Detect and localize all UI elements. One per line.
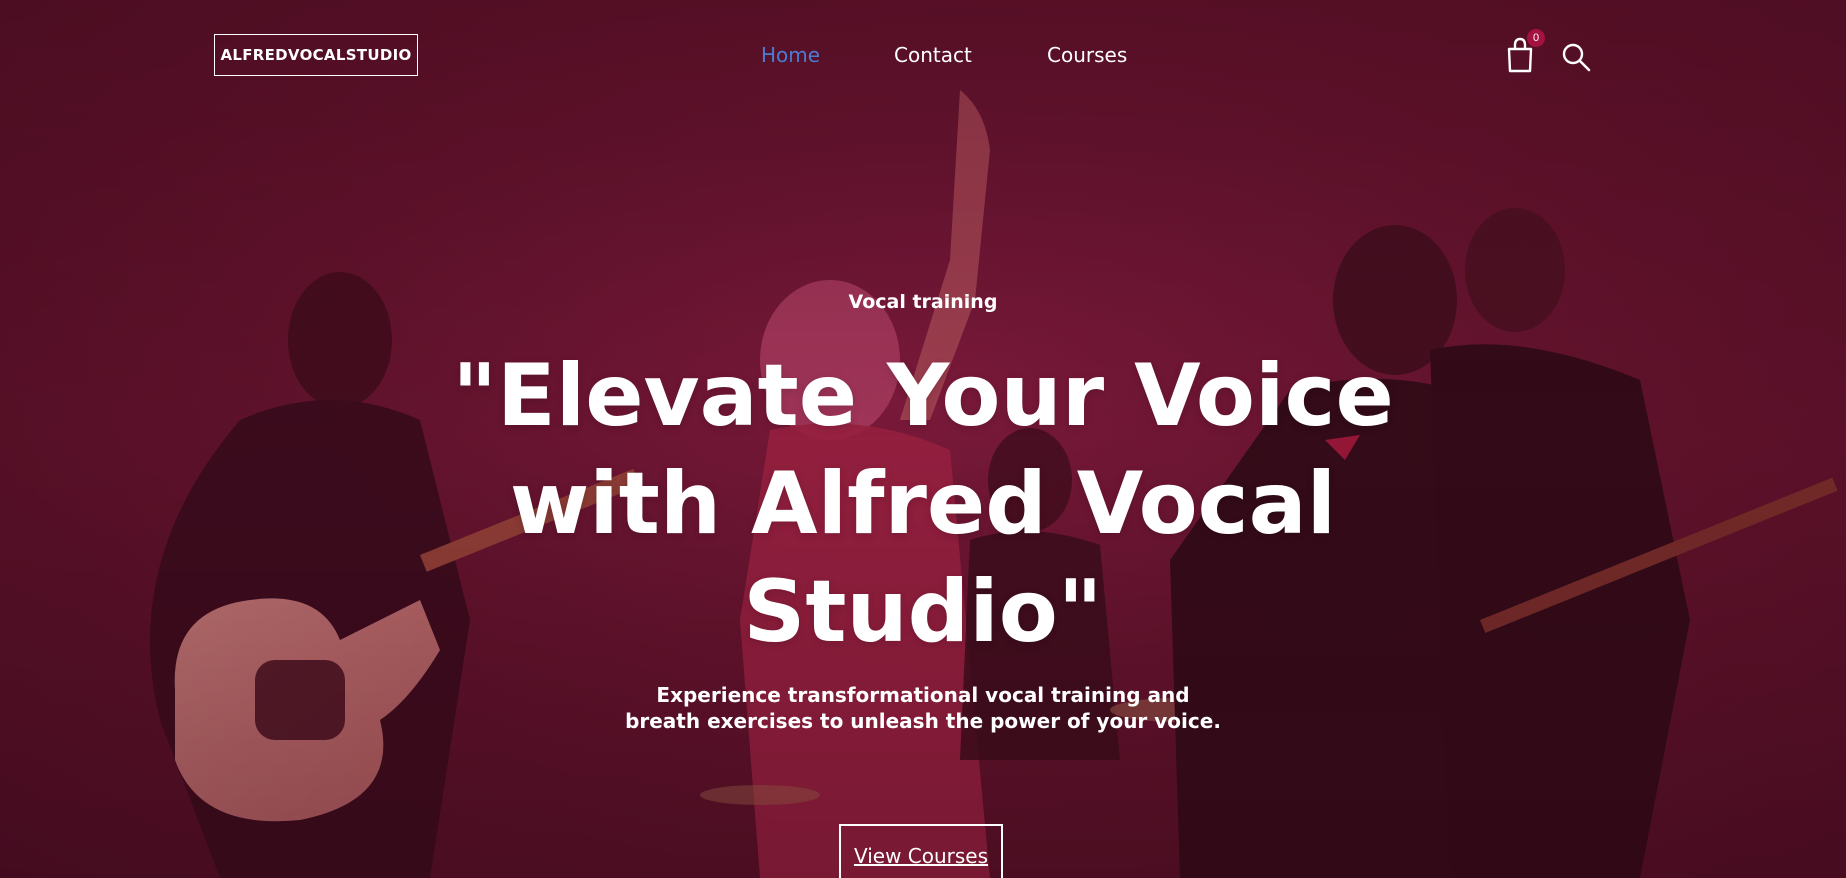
- nav-link-home[interactable]: Home: [761, 43, 820, 67]
- search-button[interactable]: [1561, 42, 1591, 72]
- nav-link-contact[interactable]: Contact: [894, 43, 972, 67]
- hero-subtext: Experience transformational vocal traini…: [625, 683, 1221, 733]
- cart-count-badge: 0: [1527, 29, 1545, 47]
- site-header: ALFREDVOCALSTUDIO Home Contact Courses 0: [0, 0, 1846, 112]
- hero-eyebrow: Vocal training: [848, 291, 998, 313]
- view-courses-button[interactable]: View Courses: [839, 824, 1003, 878]
- search-icon: [1562, 43, 1591, 72]
- nav-link-courses[interactable]: Courses: [1047, 43, 1127, 67]
- site-logo[interactable]: ALFREDVOCALSTUDIO: [214, 34, 418, 76]
- hero-headline: "Elevate Your Voice with Alfred Vocal St…: [452, 346, 1394, 662]
- hero-section: ALFREDVOCALSTUDIO Home Contact Courses 0…: [0, 0, 1846, 878]
